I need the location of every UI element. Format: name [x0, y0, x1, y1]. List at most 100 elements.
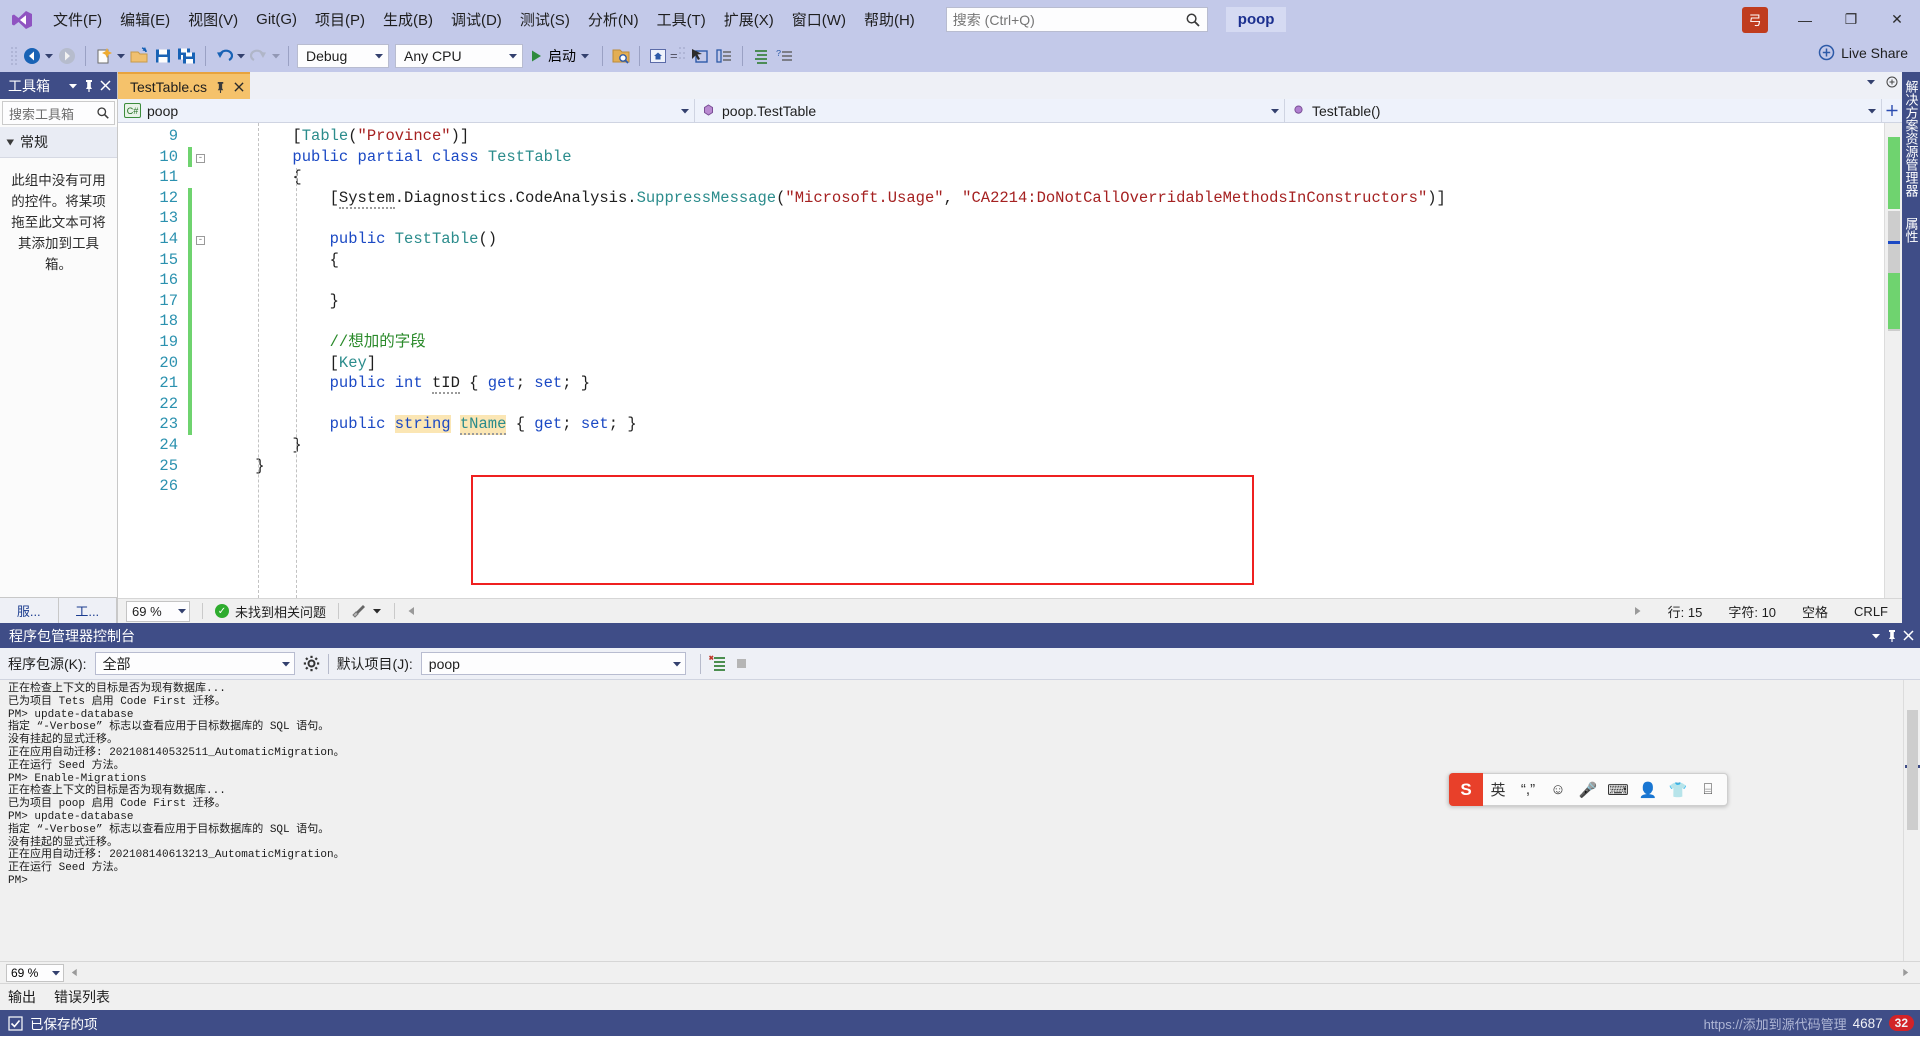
code-line[interactable]: [System.Diagnostics.CodeAnalysis.Suppres…: [218, 188, 1884, 209]
fold-marker[interactable]: [196, 208, 218, 229]
ime-punctuation-toggle[interactable]: “,”: [1513, 773, 1543, 806]
nav-member-combo[interactable]: TestTable(): [1285, 99, 1882, 122]
open-file-button[interactable]: [127, 43, 151, 69]
menu-view[interactable]: 视图(V): [179, 5, 247, 34]
fold-marker[interactable]: [196, 167, 218, 188]
chevron-down-icon-cleanup[interactable]: [373, 608, 382, 614]
redo-button[interactable]: [247, 43, 271, 69]
quick-launch-search[interactable]: [945, 7, 1208, 32]
code-line[interactable]: }: [218, 456, 1884, 477]
code-line[interactable]: }: [218, 435, 1884, 456]
save-all-button[interactable]: [175, 43, 199, 69]
pin-tab-icon[interactable]: [215, 81, 226, 93]
navigate-backward-button[interactable]: [20, 43, 44, 69]
console-close-icon[interactable]: [1900, 626, 1916, 646]
toolbar-grip-icon-2[interactable]: [678, 46, 688, 66]
code-line[interactable]: public TestTable(): [218, 229, 1884, 250]
prev-pane-arrow-icon[interactable]: [407, 606, 416, 616]
menu-analyze[interactable]: 分析(N): [579, 5, 648, 34]
code-line[interactable]: public partial class TestTable: [218, 147, 1884, 168]
nav-type-combo[interactable]: poop.TestTable: [695, 99, 1285, 122]
chevron-down-icon-proj[interactable]: [672, 661, 682, 667]
stop-console-icon[interactable]: [735, 657, 748, 670]
code-line[interactable]: [Table("Province")]: [218, 126, 1884, 147]
code-line[interactable]: public string tName { get; set; }: [218, 414, 1884, 436]
properties-list-button[interactable]: [749, 43, 773, 69]
code-line[interactable]: [218, 208, 1884, 229]
menu-tools[interactable]: 工具(T): [648, 5, 715, 34]
fold-marker[interactable]: [196, 373, 218, 394]
source-control-hint[interactable]: https://添加到源代码管理: [1704, 1014, 1847, 1033]
fold-marker[interactable]: [196, 126, 218, 147]
code-line[interactable]: {: [218, 167, 1884, 188]
navigate-forward-button[interactable]: [55, 43, 79, 69]
editor-zoom-combo[interactable]: 69 %: [126, 600, 190, 622]
code-line[interactable]: public int tID { get; set; }: [218, 373, 1884, 395]
code-line[interactable]: [218, 394, 1884, 415]
document-tab-testtable[interactable]: TestTable.cs: [118, 72, 251, 99]
fold-marker[interactable]: [196, 435, 218, 456]
chevron-down-icon-src[interactable]: [281, 661, 291, 667]
default-project-combo[interactable]: poop: [420, 652, 686, 675]
code-editor[interactable]: 9 10 11 12 13 14 15 16 17 18 19 20 21 22 23 24 25 26 - - …: [118, 123, 1902, 598]
clear-console-icon[interactable]: [708, 655, 727, 672]
issues-indicator[interactable]: ✓ 未找到相关问题: [215, 602, 326, 621]
solution-platform-combo[interactable]: Any CPU: [395, 43, 523, 68]
minimize-button[interactable]: —: [1782, 0, 1828, 39]
chevron-down-icon-nav1[interactable]: [681, 108, 690, 114]
new-project-button[interactable]: [92, 43, 116, 69]
ime-mode-toggle[interactable]: 英: [1483, 773, 1513, 806]
toolbox-tab-server-explorer[interactable]: 服...: [0, 598, 59, 623]
console-next-arrow-icon[interactable]: [1901, 968, 1920, 977]
ime-emoji-icon[interactable]: ☺: [1543, 773, 1573, 806]
ime-voice-input-icon[interactable]: 🎤: [1573, 773, 1603, 806]
toolbox-tab-toolbox[interactable]: 工...: [59, 598, 117, 623]
toolbox-dropdown-icon[interactable]: [65, 76, 81, 96]
editor-vertical-scrollbar[interactable]: [1884, 123, 1902, 598]
menu-debug[interactable]: 调试(D): [442, 5, 511, 34]
fold-marker[interactable]: [196, 270, 218, 291]
solution-config-combo[interactable]: Debug: [297, 43, 389, 68]
console-pin-icon[interactable]: [1884, 626, 1900, 646]
new-project-dropdown-icon[interactable]: [116, 44, 127, 68]
properties-window-button[interactable]: [712, 43, 736, 69]
fold-marker[interactable]: [196, 414, 218, 435]
menu-project[interactable]: 项目(P): [306, 5, 374, 34]
code-cleanup-button[interactable]: [351, 604, 382, 619]
fold-marker[interactable]: -: [196, 147, 218, 168]
outlining-margin[interactable]: - -: [196, 123, 218, 598]
menu-test[interactable]: 测试(S): [511, 5, 579, 34]
sogou-logo-icon[interactable]: S: [1449, 773, 1483, 806]
undo-dropdown-icon[interactable]: [236, 44, 247, 68]
search-icon-toolbox[interactable]: [96, 106, 110, 120]
toolbar-grip-icon[interactable]: [10, 46, 20, 66]
ime-soft-keyboard-icon[interactable]: ⌨: [1603, 773, 1633, 806]
maximize-button[interactable]: ❐: [1828, 0, 1874, 39]
redo-dropdown-icon[interactable]: [271, 44, 282, 68]
fold-marker[interactable]: [196, 394, 218, 415]
code-definition-button[interactable]: ?: [773, 43, 797, 69]
save-button[interactable]: [151, 43, 175, 69]
console-prev-arrow-icon[interactable]: [70, 968, 79, 977]
bottom-tab-error-list[interactable]: 错误列表: [54, 987, 110, 1007]
code-line[interactable]: [218, 270, 1884, 291]
expander-icon[interactable]: [6, 138, 15, 147]
fold-marker[interactable]: [196, 188, 218, 209]
menu-help[interactable]: 帮助(H): [855, 5, 924, 34]
fold-marker[interactable]: [196, 456, 218, 477]
package-source-combo[interactable]: 全部: [94, 652, 295, 675]
menu-extensions[interactable]: 扩展(X): [715, 5, 783, 34]
console-scrollbar[interactable]: [1903, 680, 1920, 961]
code-line[interactable]: {: [218, 250, 1884, 271]
search-input[interactable]: [952, 11, 1185, 28]
fold-marker[interactable]: [196, 250, 218, 271]
fold-marker[interactable]: [196, 291, 218, 312]
tab-overflow-icon[interactable]: [1867, 79, 1876, 85]
ime-toolbox-icon[interactable]: ⌸: [1693, 773, 1723, 806]
menu-git[interactable]: Git(G): [247, 7, 306, 32]
rail-solution-explorer[interactable]: 解决方案资源管理器: [1902, 80, 1920, 197]
chevron-down-icon-czoom[interactable]: [52, 970, 61, 976]
ime-skin-icon[interactable]: 👕: [1663, 773, 1693, 806]
close-button[interactable]: ✕: [1874, 0, 1920, 39]
fold-marker[interactable]: [196, 476, 218, 497]
